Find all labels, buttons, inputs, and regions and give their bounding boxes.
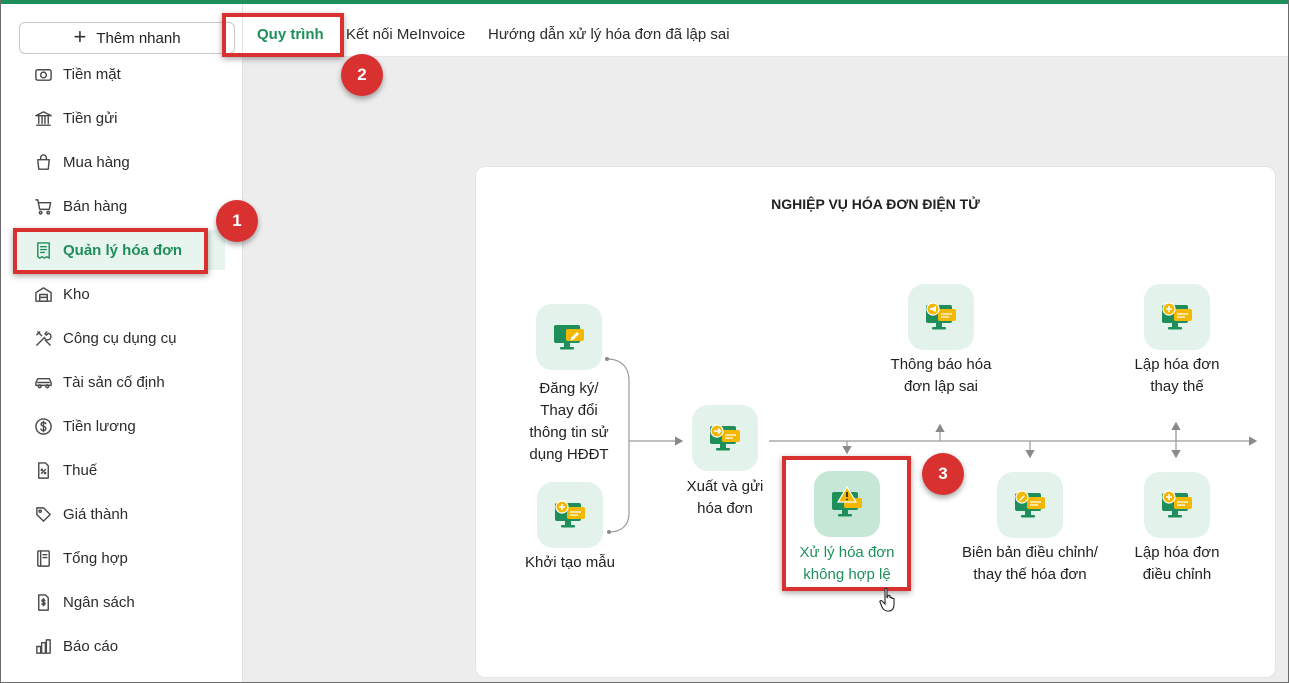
sidebar-item-label: Thuế bbox=[63, 461, 98, 479]
monitor-send-icon bbox=[710, 424, 740, 451]
dollar-circle-icon bbox=[33, 416, 53, 436]
sidebar-item-thue[interactable]: Thuế bbox=[13, 450, 225, 490]
minutes-node[interactable] bbox=[997, 472, 1063, 538]
invalid-label: Xử lý hóa đơn không hợp lệ bbox=[799, 544, 895, 583]
hand-cursor-icon bbox=[879, 587, 895, 612]
notify-node[interactable] bbox=[908, 284, 974, 350]
monitor-replace-icon bbox=[1162, 302, 1192, 330]
minutes-label: Biên bản điều chỉnh/ thay thế hóa đơn bbox=[962, 544, 1098, 583]
process-card: NGHIỆP VỤ HÓA ĐƠN ĐIỆN TỬ Đăng ký/ Thay … bbox=[475, 166, 1276, 678]
monitor-add-icon bbox=[555, 500, 585, 528]
tab-quy-trinh[interactable]: Quy trình bbox=[257, 26, 324, 43]
sidebar-item-quan-ly-hoa-don[interactable]: Quản lý hóa đơn bbox=[13, 230, 225, 270]
sidebar-item-label: Tài sản cố định bbox=[63, 373, 165, 391]
register-label: Đăng ký/ Thay đổi thông tin sử dụng HĐĐT bbox=[529, 380, 609, 463]
ledger-icon bbox=[33, 548, 53, 568]
sidebar-item-tai-san-co-dinh[interactable]: Tài sản cố định bbox=[13, 362, 225, 402]
issue-label: Xuất và gửi hóa đơn bbox=[686, 478, 764, 517]
invalid-node[interactable] bbox=[814, 471, 880, 537]
notify-label: Thông báo hóa đơn lập sai bbox=[890, 356, 992, 395]
monitor-document-edit-icon bbox=[1015, 490, 1045, 518]
receipt-icon bbox=[33, 240, 53, 260]
monitor-edit-icon bbox=[554, 325, 584, 350]
tax-document-icon bbox=[33, 460, 53, 480]
camera-icon bbox=[33, 64, 53, 84]
callout-badge-3: 3 bbox=[922, 453, 964, 495]
sidebar-item-tien-mat[interactable]: Tiền mặt bbox=[13, 64, 225, 94]
price-tag-icon bbox=[33, 504, 53, 524]
sidebar-item-label: Mua hàng bbox=[63, 153, 130, 171]
plus-icon: + bbox=[73, 24, 87, 49]
quick-add-button[interactable]: + Thêm nhanh bbox=[19, 22, 235, 54]
sidebar-item-label: Tiền lương bbox=[63, 417, 136, 435]
monitor-adjust-icon bbox=[1162, 490, 1192, 518]
replace-node[interactable] bbox=[1144, 284, 1210, 350]
replace-label: Lập hóa đơn thay thế bbox=[1134, 356, 1220, 395]
cart-icon bbox=[33, 196, 53, 216]
sidebar-item-tien-luong[interactable]: Tiền lương bbox=[13, 406, 225, 446]
sidebar-item-label: Quản lý hóa đơn bbox=[63, 241, 183, 259]
sidebar-item-kho[interactable]: Kho bbox=[13, 274, 225, 314]
monitor-warning-icon bbox=[832, 485, 862, 517]
sidebar-item-label: Ngân sách bbox=[63, 593, 135, 611]
sidebar-item-label: Báo cáo bbox=[63, 637, 119, 655]
quick-add-label: Thêm nhanh bbox=[96, 29, 181, 47]
sidebar-item-label: Tổng hợp bbox=[63, 549, 128, 567]
car-icon bbox=[33, 372, 53, 392]
adjust-node[interactable] bbox=[1144, 472, 1210, 538]
bank-icon bbox=[33, 108, 53, 128]
sidebar-item-label: Kho bbox=[63, 285, 90, 303]
sidebar-item-ngan-sach[interactable]: Ngân sách bbox=[13, 582, 225, 622]
tab-huong-dan-xu-ly[interactable]: Hướng dẫn xử lý hóa đơn đã lập sai bbox=[488, 26, 730, 43]
sidebar-item-label: Tiền mặt bbox=[63, 65, 121, 83]
sidebar-item-label: Bán hàng bbox=[63, 197, 128, 215]
callout-badge-1: 1 bbox=[216, 200, 258, 242]
warehouse-icon bbox=[33, 284, 53, 304]
sidebar-item-cong-cu-dung-cu[interactable]: Công cụ dụng cụ bbox=[13, 318, 225, 358]
sidebar-item-bao-cao[interactable]: Báo cáo bbox=[13, 626, 225, 666]
sidebar-item-label: Tiền gửi bbox=[63, 109, 118, 127]
register-node[interactable] bbox=[536, 304, 602, 370]
tab-bar: Quy trình Kết nối MeInvoice Hướng dẫn xử… bbox=[243, 4, 1288, 57]
adjust-label: Lập hóa đơn điều chỉnh bbox=[1134, 544, 1220, 583]
callout-badge-2: 2 bbox=[341, 54, 383, 96]
sidebar-item-tien-gui[interactable]: Tiền gửi bbox=[13, 98, 225, 138]
issue-node[interactable] bbox=[692, 405, 758, 471]
sidebar-item-mua-hang[interactable]: Mua hàng bbox=[13, 142, 225, 182]
sidebar-item-label: Giá thành bbox=[63, 505, 129, 523]
sidebar-item-ban-hang[interactable]: Bán hàng bbox=[13, 186, 225, 226]
budget-document-icon bbox=[33, 592, 53, 612]
sidebar-item-gia-thanh[interactable]: Giá thành bbox=[13, 494, 225, 534]
template-node[interactable] bbox=[537, 482, 603, 548]
sidebar-item-tong-hop[interactable]: Tổng hợp bbox=[13, 538, 225, 578]
bar-chart-icon bbox=[33, 636, 53, 656]
shopping-bag-icon bbox=[33, 152, 53, 172]
monitor-megaphone-icon bbox=[926, 302, 956, 330]
template-label: Khởi tạo mẫu bbox=[525, 554, 615, 571]
sidebar-item-label: Công cụ dụng cụ bbox=[63, 329, 177, 347]
tab-ket-noi-meinvoice[interactable]: Kết nối MeInvoice bbox=[346, 26, 465, 43]
sidebar: + Thêm nhanh Tiền mặt Tiền gửi Mua hàng … bbox=[1, 4, 243, 683]
tools-icon bbox=[33, 328, 53, 348]
